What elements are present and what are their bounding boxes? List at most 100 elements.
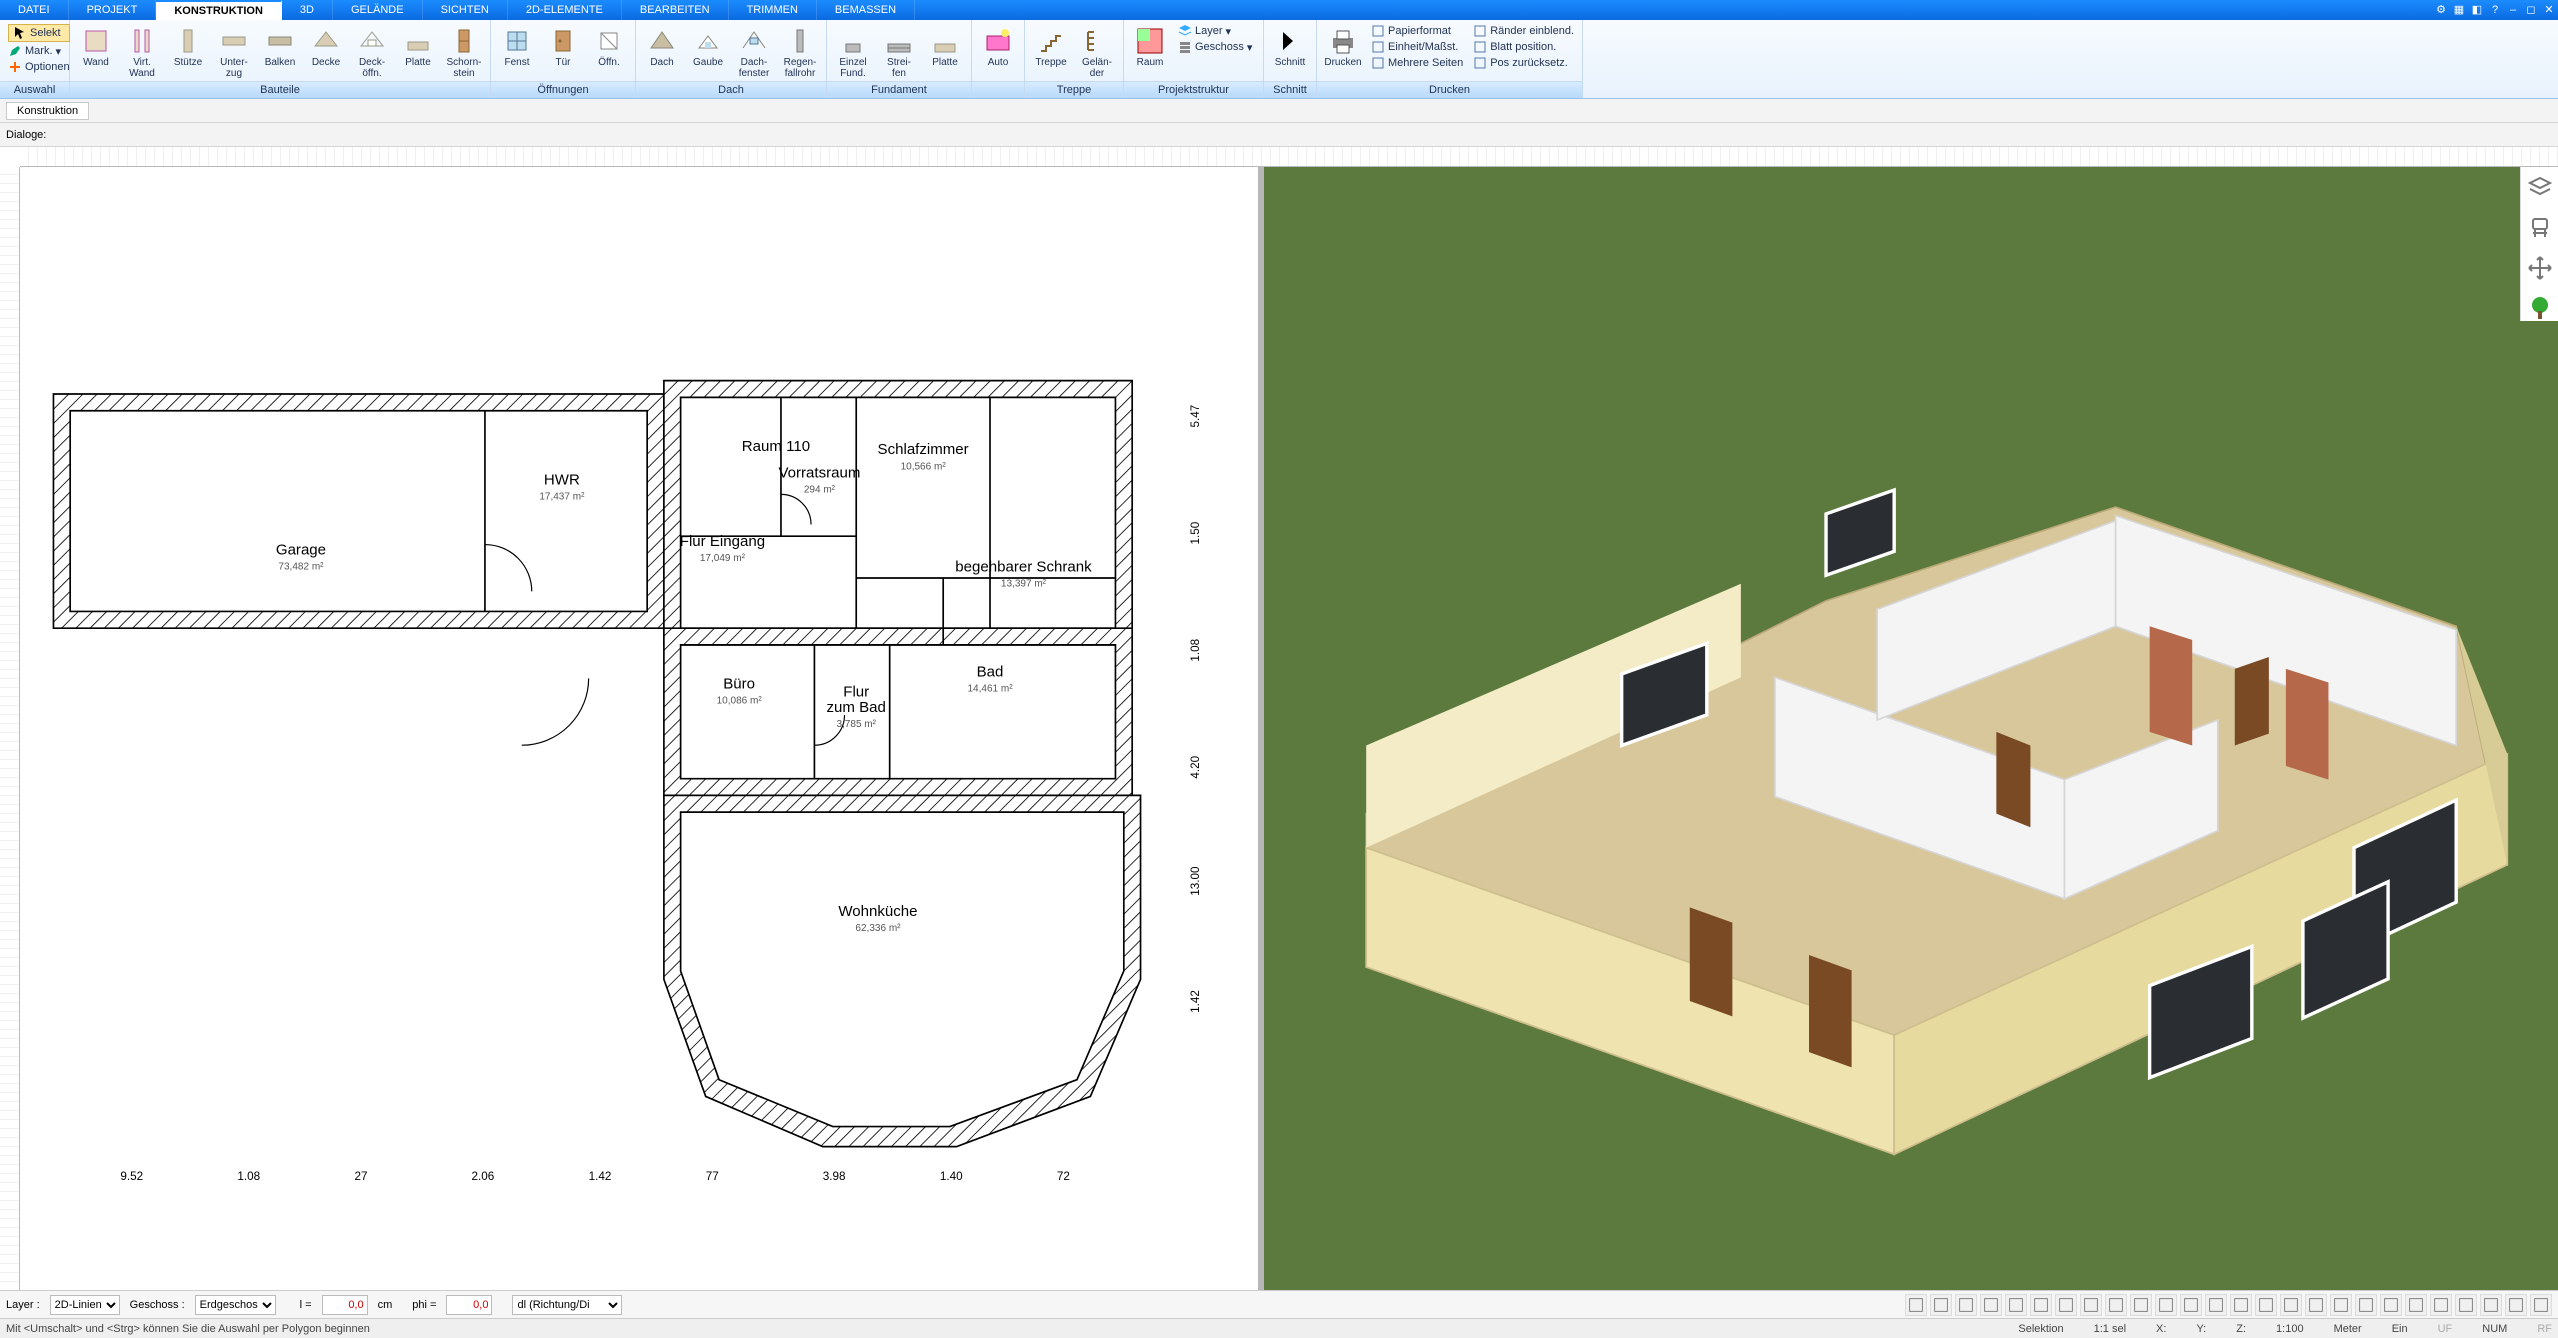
floorplan-3d-view[interactable] [1264,167,2558,1290]
bottom-tool-24[interactable] [2505,1294,2527,1316]
drucken-opt-blattposition[interactable]: Blatt position. [1473,40,1574,54]
bottom-tool-19[interactable] [2380,1294,2402,1316]
geschoss-combo[interactable]: Erdgeschos [195,1295,276,1315]
geschoss-button[interactable]: Geschoss ▾ [1178,40,1252,54]
bottom-tool-18[interactable] [2355,1294,2377,1316]
bottom-toolbar: Layer : 2D-Linien Geschoss : Erdgeschos … [0,1290,2558,1318]
dach-dachfenster[interactable]: Dach-fenster [732,22,776,79]
window-button-4[interactable]: – [2504,0,2522,20]
schnitt-button[interactable]: Schnitt [1268,22,1312,68]
treppe-treppe[interactable]: Treppe [1029,22,1073,68]
drucken-opt-poszurcksetz[interactable]: Pos zurücksetz. [1473,56,1574,70]
bottom-tool-2[interactable] [1955,1294,1977,1316]
phi-input[interactable] [446,1295,492,1315]
selekt-button[interactable]: Selekt [8,24,70,42]
dach-regenfallrohr[interactable]: Regen-fallrohr [778,22,822,79]
bottom-tool-4[interactable] [2005,1294,2027,1316]
bauteil-virtwand[interactable]: Virt.Wand [120,22,164,79]
fundament-platte[interactable]: Platte [923,22,967,68]
optionen-button[interactable]: Optionen [8,60,70,74]
bottom-tool-15[interactable] [2280,1294,2302,1316]
drucken-opt-label: Blatt position. [1490,41,1556,53]
menu-tab-trimmen[interactable]: TRIMMEN [729,0,817,20]
window-button-2[interactable]: ◧ [2468,0,2486,20]
menu-tab-datei[interactable]: DATEI [0,0,69,20]
auto-button[interactable]: Auto [976,22,1020,68]
bottom-tool-17[interactable] [2330,1294,2352,1316]
drucken-opt-mehrereseiten[interactable]: Mehrere Seiten [1371,56,1463,70]
menu-tab-gelände[interactable]: GELÄNDE [333,0,423,20]
menu-tab-bearbeiten[interactable]: BEARBEITEN [622,0,729,20]
window-button-5[interactable]: ◻ [2522,0,2540,20]
chair-icon[interactable] [2527,215,2553,241]
bauteil-deckffn[interactable]: Deck-öffn. [350,22,394,79]
dim-bottom: 72 [1057,1170,1070,1183]
fundament-streifen[interactable]: Strei-fen [877,22,921,79]
bottom-tool-21[interactable] [2430,1294,2452,1316]
group-title-auto [972,81,1024,98]
drucken-button[interactable]: Drucken [1321,22,1365,68]
dach-gaube[interactable]: Gaube [686,22,730,68]
bauteil-balken[interactable]: Balken [258,22,302,68]
window-button-3[interactable]: ? [2486,0,2504,20]
bauteil-sttze[interactable]: Stütze [166,22,210,68]
tree-icon[interactable] [2527,295,2553,321]
drucken-opt-einheitmast[interactable]: Einheit/Maßst. [1371,40,1463,54]
menu-tab-2d-elemente[interactable]: 2D-ELEMENTE [508,0,622,20]
bottom-tool-16[interactable] [2305,1294,2327,1316]
move-icon[interactable] [2527,255,2553,281]
bottom-tool-20[interactable] [2405,1294,2427,1316]
bottom-tool-13[interactable] [2230,1294,2252,1316]
bottom-tool-25[interactable] [2530,1294,2552,1316]
bauteil-platte[interactable]: Platte [396,22,440,68]
raum-button[interactable]: Raum [1128,22,1172,68]
drucken-opt-papierformat[interactable]: Papierformat [1371,24,1463,38]
mark-button[interactable]: Mark. ▾ [8,44,70,58]
bottom-tool-3[interactable] [1980,1294,2002,1316]
bottom-tool-1[interactable] [1930,1294,1952,1316]
layer-button[interactable]: Layer ▾ [1178,24,1252,38]
bottom-tool-11[interactable] [2180,1294,2202,1316]
bottom-tool-0[interactable] [1905,1294,1927,1316]
floorplan-2d-view[interactable]: Garage73,482 m²HWR17,437 m²Raum 110Vorra… [20,167,1264,1290]
menu-tab-bemassen[interactable]: BEMASSEN [817,0,915,20]
dach-label-0: Dach [650,57,673,68]
dach-icon-2 [739,26,769,56]
menu-tab-sichten[interactable]: SICHTEN [423,0,508,20]
bottom-tool-9[interactable] [2130,1294,2152,1316]
bottom-tool-8[interactable] [2105,1294,2127,1316]
bottom-tool-10[interactable] [2155,1294,2177,1316]
layers-icon[interactable] [2527,175,2553,201]
fundament-einzelfund[interactable]: EinzelFund. [831,22,875,79]
l-input[interactable] [322,1295,368,1315]
subtab-konstruktion[interactable]: Konstruktion [6,102,89,120]
bauteil-schornstein[interactable]: Schorn-stein [442,22,486,79]
dl-combo[interactable]: dl (Richtung/Di [512,1295,622,1315]
bauteil-decke[interactable]: Decke [304,22,348,68]
window-button-1[interactable]: ▦ [2450,0,2468,20]
oeffnung-ffn[interactable]: Öffn. [587,22,631,68]
menu-tab-konstruktion[interactable]: KONSTRUKTION [156,0,282,20]
bottom-tool-22[interactable] [2455,1294,2477,1316]
menu-tab-projekt[interactable]: PROJEKT [69,0,157,20]
bauteil-label-5: Decke [312,57,340,68]
drucken-opt-rndereinblend[interactable]: Ränder einblend. [1473,24,1574,38]
dach-dach[interactable]: Dach [640,22,684,68]
menu-tab-3d[interactable]: 3D [282,0,333,20]
bottom-tool-23[interactable] [2480,1294,2502,1316]
window-button-6[interactable]: ✕ [2540,0,2558,20]
bottom-tool-5[interactable] [2030,1294,2052,1316]
layer-combo[interactable]: 2D-Linien [50,1295,120,1315]
bottom-tool-7[interactable] [2080,1294,2102,1316]
bottom-tool-6[interactable] [2055,1294,2077,1316]
bottom-tool-12[interactable] [2205,1294,2227,1316]
window-button-0[interactable]: ⚙ [2432,0,2450,20]
phi-label: phi = [412,1299,436,1311]
oeffnung-fenst[interactable]: Fenst [495,22,539,68]
bauteil-unterzug[interactable]: Unter-zug [212,22,256,79]
oeffnung-tr[interactable]: Tür [541,22,585,68]
bauteil-wand[interactable]: Wand [74,22,118,68]
treppe-gelnder[interactable]: Gelän-der [1075,22,1119,79]
bottom-tool-14[interactable] [2255,1294,2277,1316]
section-icon [1275,26,1305,56]
